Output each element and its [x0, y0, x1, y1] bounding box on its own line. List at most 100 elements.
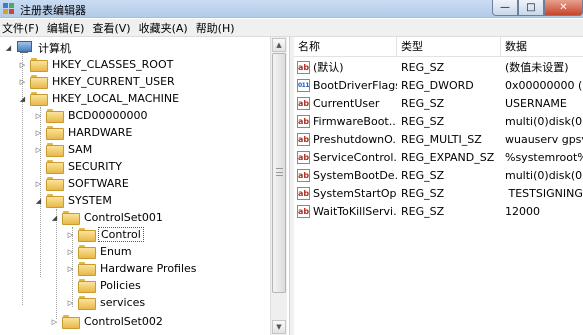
tree-label: SYSTEM: [68, 194, 112, 207]
tree-node-enum[interactable]: ▷ Enum: [66, 243, 134, 260]
menu-file[interactable]: 文件(F): [0, 20, 45, 36]
expand-arrow-icon[interactable]: ▷: [34, 111, 43, 120]
tree-node-hkey-classes-root[interactable]: ▷ HKEY_CLASSES_ROOT: [18, 56, 175, 73]
menu-favorites[interactable]: 收藏夹(A): [137, 20, 194, 36]
menu-edit[interactable]: 编辑(E): [45, 20, 91, 36]
column-header-type[interactable]: 类型: [397, 37, 501, 57]
value-name: SystemBootDe...: [313, 169, 397, 182]
minimize-icon: —: [500, 1, 510, 13]
scrollbar-thumb[interactable]: [272, 53, 286, 293]
grip-icon: [276, 168, 283, 176]
value-type: REG_SZ: [401, 187, 445, 200]
registry-editor-app-icon: [3, 3, 14, 14]
tree-label: HKEY_CURRENT_USER: [52, 75, 175, 88]
tree-node-services[interactable]: ▷ services: [66, 294, 147, 311]
value-name: FirmwareBoot...: [313, 115, 397, 128]
value-name: (默认): [313, 61, 344, 74]
value-type: REG_DWORD: [401, 79, 474, 92]
expand-arrow-icon[interactable]: ▷: [34, 179, 43, 188]
tree-label: HKEY_LOCAL_MACHINE: [52, 92, 180, 105]
tree-node-policies[interactable]: Policies: [66, 277, 143, 294]
expand-arrow-icon[interactable]: ▷: [18, 60, 27, 69]
menu-help[interactable]: 帮助(H): [194, 20, 241, 36]
tree-node-security[interactable]: SECURITY: [34, 158, 124, 175]
value-data: 0x00000000 (0): [505, 79, 583, 92]
maximize-button[interactable]: □: [518, 0, 544, 16]
value-name: PreshutdownO...: [313, 133, 397, 146]
expand-arrow-icon[interactable]: ▷: [66, 230, 75, 239]
tree-label: SECURITY: [68, 160, 122, 173]
value-type: REG_EXPAND_SZ: [401, 151, 495, 164]
tree-vertical-scrollbar[interactable]: ▲ ▼: [270, 37, 287, 335]
tree-node-hkey-current-user[interactable]: ▷ HKEY_CURRENT_USER: [18, 73, 177, 90]
value-data: multi(0)disk(0)r: [505, 169, 583, 182]
folder-icon: [30, 92, 48, 106]
value-row[interactable]: ab WaitToKillServi... REG_SZ 12000: [294, 203, 583, 221]
tree-label: Hardware Profiles: [100, 262, 197, 275]
minimize-button[interactable]: —: [492, 0, 518, 16]
tree-node-controlset002[interactable]: ▷ ControlSet002: [50, 313, 165, 330]
collapse-arrow-icon[interactable]: ◢: [18, 94, 27, 103]
tree-node-hkey-local-machine[interactable]: ◢ HKEY_LOCAL_MACHINE: [18, 90, 181, 107]
value-data: wuauserv gpsv: [505, 133, 583, 146]
string-value-icon: ab: [297, 151, 310, 164]
expand-arrow-icon[interactable]: ▷: [66, 247, 75, 256]
tree-label: 计算机: [38, 41, 71, 55]
value-row[interactable]: ab FirmwareBoot... REG_SZ multi(0)disk(0…: [294, 113, 583, 131]
string-value-icon: ab: [297, 115, 310, 128]
registry-tree-pane[interactable]: ◢ 计算机 ▷ HKEY_CLASSES_ROOT ▷ HKEY_CURRENT…: [0, 37, 290, 335]
tree-label: ControlSet002: [84, 315, 163, 328]
string-value-icon: ab: [297, 97, 310, 110]
value-data: USERNAME: [505, 97, 567, 110]
value-type: REG_SZ: [401, 169, 445, 182]
folder-icon: [46, 177, 64, 191]
tree-node-hardware-profiles[interactable]: ▷ Hardware Profiles: [66, 260, 199, 277]
string-value-icon: ab: [297, 61, 310, 74]
value-data: 12000: [505, 205, 540, 218]
tree-node-system[interactable]: ◢ SYSTEM: [34, 192, 114, 209]
computer-icon: [16, 41, 32, 54]
collapse-arrow-icon[interactable]: ◢: [34, 196, 43, 205]
tree-node-sam[interactable]: ▷ SAM: [34, 141, 94, 158]
value-row[interactable]: ab PreshutdownO... REG_MULTI_SZ wuauserv…: [294, 131, 583, 149]
tree-label: SAM: [68, 143, 93, 156]
tree-label: HARDWARE: [68, 126, 133, 139]
tree-node-controlset001[interactable]: ◢ ControlSet001: [50, 209, 165, 226]
value-row[interactable]: ab SystemBootDe... REG_SZ multi(0)disk(0…: [294, 167, 583, 185]
collapse-arrow-icon[interactable]: ◢: [4, 43, 13, 52]
value-name: ServiceControl...: [313, 151, 397, 164]
value-row[interactable]: ab CurrentUser REG_SZ USERNAME: [294, 95, 583, 113]
expand-arrow-icon[interactable]: ▷: [18, 77, 27, 86]
registry-values-list[interactable]: 名称 类型 数据 ab (默认) REG_SZ (数值未设置) 011 Boot…: [294, 37, 583, 335]
tree-node-hardware[interactable]: ▷ HARDWARE: [34, 124, 134, 141]
close-button[interactable]: ✕: [544, 0, 583, 16]
expand-arrow-icon[interactable]: ▷: [50, 317, 59, 326]
menu-bar: 文件(F) 编辑(E) 查看(V) 收藏夹(A) 帮助(H): [0, 19, 583, 37]
scroll-up-arrow-icon[interactable]: ▲: [272, 38, 286, 52]
value-row[interactable]: 011 BootDriverFlags REG_DWORD 0x00000000…: [294, 77, 583, 95]
tree-node-control[interactable]: ▷ Control: [66, 226, 144, 243]
value-row[interactable]: ab (默认) REG_SZ (数值未设置): [294, 59, 583, 77]
title-bar[interactable]: 注册表编辑器 — □ ✕: [0, 0, 583, 18]
column-header-data[interactable]: 数据: [501, 37, 583, 57]
no-expander: [66, 281, 75, 290]
scroll-down-arrow-icon[interactable]: ▼: [272, 320, 286, 334]
tree-node-software[interactable]: ▷ SOFTWARE: [34, 175, 131, 192]
folder-icon: [46, 160, 64, 174]
tree-label: Enum: [100, 245, 132, 258]
tree-label: Policies: [100, 279, 141, 292]
value-data: TESTSIGNING: [505, 187, 583, 200]
tree-node-bcd00000000[interactable]: ▷ BCD00000000: [34, 107, 150, 124]
tree-label: BCD00000000: [68, 109, 148, 122]
tree-node-computer[interactable]: ◢ 计算机: [4, 39, 73, 56]
column-header-name[interactable]: 名称: [294, 37, 397, 57]
collapse-arrow-icon[interactable]: ◢: [50, 213, 59, 222]
expand-arrow-icon[interactable]: ▷: [34, 128, 43, 137]
value-row[interactable]: ab ServiceControl... REG_EXPAND_SZ %syst…: [294, 149, 583, 167]
menu-view[interactable]: 查看(V): [90, 20, 136, 36]
value-type: REG_MULTI_SZ: [401, 133, 482, 146]
expand-arrow-icon[interactable]: ▷: [34, 145, 43, 154]
value-row[interactable]: ab SystemStartOp... REG_SZ TESTSIGNING: [294, 185, 583, 203]
expand-arrow-icon[interactable]: ▷: [66, 298, 75, 307]
expand-arrow-icon[interactable]: ▷: [66, 264, 75, 273]
